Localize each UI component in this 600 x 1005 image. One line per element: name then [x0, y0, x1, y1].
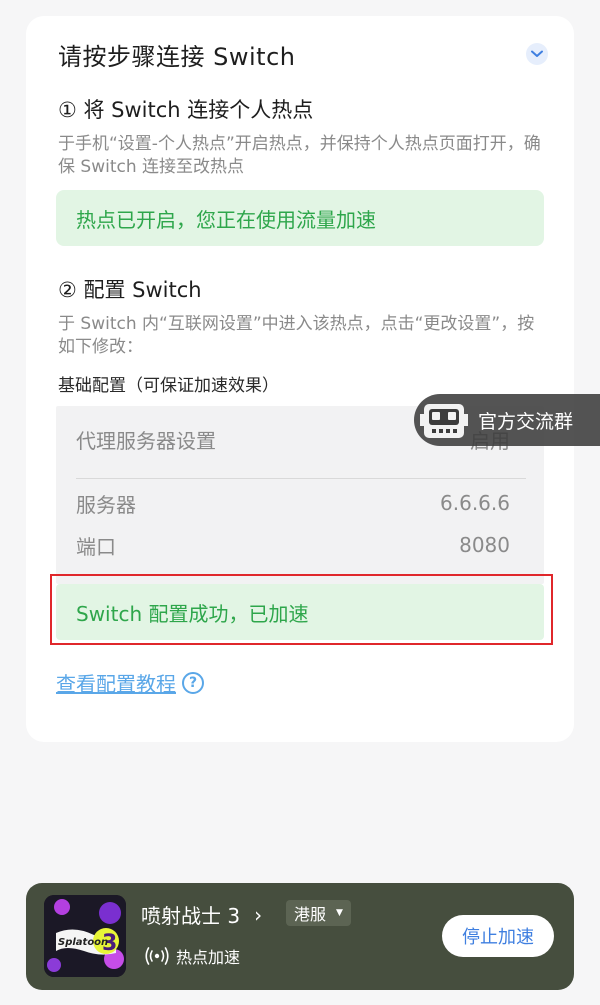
connection-steps-card: 请按步骤连接 Switch ① 将 Switch 连接个人热点 于手机“设置-个…	[26, 16, 574, 742]
server-label: 服务器	[76, 492, 136, 517]
server-value: 6.6.6.6	[440, 491, 510, 515]
acceleration-mode: 热点加速	[144, 944, 240, 968]
highlight-outline	[50, 574, 553, 645]
server-row: 服务器 6.6.6.6	[76, 488, 510, 518]
step2-title: ② 配置 Switch	[58, 278, 202, 302]
basic-config-label: 基础配置（可保证加速效果）	[58, 376, 279, 396]
view-tutorial-link[interactable]: 查看配置教程 ?	[56, 668, 204, 697]
proxy-setting-label: 代理服务器设置	[76, 428, 216, 453]
chevron-right-icon[interactable]: ›	[254, 903, 262, 927]
svg-text:Splatoon: Splatoon	[58, 937, 108, 948]
game-cover-image[interactable]: 3 Splatoon	[44, 895, 126, 977]
hotspot-status-banner: 热点已开启，您正在使用流量加速	[56, 190, 544, 246]
step2-description: 于 Switch 内“互联网设置”中进入该热点，点击“更改设置”，按如下修改：	[58, 314, 535, 357]
chevron-down-icon[interactable]	[526, 43, 548, 65]
broadcast-icon	[145, 947, 169, 965]
step1-title: ① 将 Switch 连接个人热点	[58, 98, 314, 122]
mode-label: 热点加速	[176, 948, 241, 967]
step1-description: 于手机“设置-个人热点”开启热点，并保持个人热点页面打开，确保 Switch 连…	[58, 134, 541, 177]
config-divider	[76, 478, 526, 479]
community-group-button[interactable]: 官方交流群	[414, 394, 600, 446]
caret-down-icon: ▼	[336, 908, 343, 918]
tutorial-link-text[interactable]: 查看配置教程	[56, 668, 176, 697]
region-label[interactable]: 港服	[294, 901, 326, 925]
port-row: 端口 8080	[76, 530, 510, 560]
game-name-text[interactable]: 喷射战士 3	[141, 900, 240, 929]
port-label: 端口	[76, 534, 116, 559]
help-icon[interactable]: ?	[182, 671, 204, 694]
robot-icon	[420, 404, 468, 438]
community-label: 官方交流群	[478, 410, 574, 433]
region-selector[interactable]: 港服 ▼	[286, 900, 351, 926]
card-header[interactable]: 请按步骤连接 Switch	[58, 38, 548, 71]
stop-acceleration-button[interactable]: 停止加速	[442, 915, 554, 957]
card-title: 请按步骤连接 Switch	[58, 42, 296, 71]
game-title[interactable]: 喷射战士 3 ›	[141, 900, 262, 929]
acceleration-bar: 3 Splatoon 喷射战士 3 › 港服 ▼ 热点加速 停止加速	[26, 883, 574, 990]
port-value: 8080	[459, 533, 510, 557]
